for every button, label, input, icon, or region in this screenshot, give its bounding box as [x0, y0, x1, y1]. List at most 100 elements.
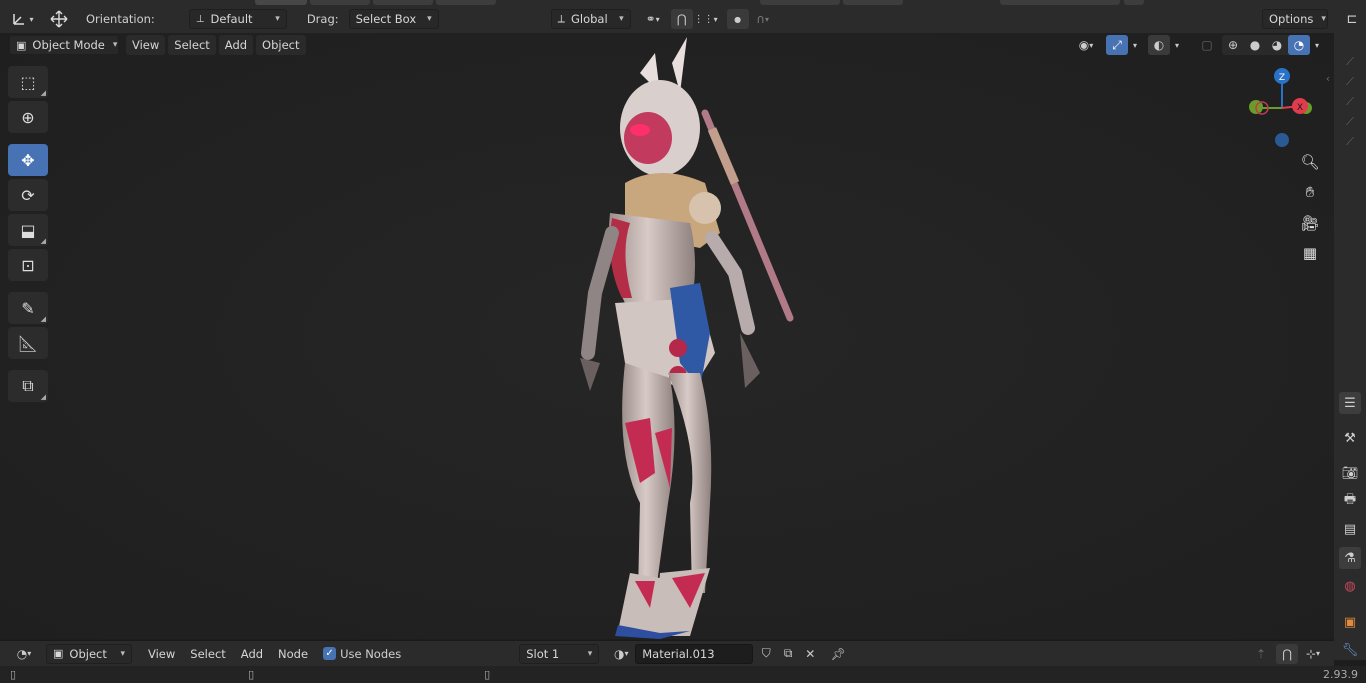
- shader-type-dropdown[interactable]: ▣ Object ▾: [46, 643, 132, 664]
- visibility-dropdown[interactable]: ◉ ▾: [1070, 35, 1102, 55]
- viewport-render: [0, 33, 1334, 639]
- falloff-button[interactable]: ∩ ▾: [749, 9, 777, 29]
- transform-tool[interactable]: ⊡: [8, 249, 48, 281]
- annotate-tool[interactable]: ✎ ◢: [8, 292, 48, 324]
- material-name-field[interactable]: Material.013: [635, 643, 754, 664]
- tab-output[interactable]: 🖶: [1339, 490, 1361, 512]
- 3d-viewport[interactable]: ▣ Object Mode ▾ View Select Add Object ◉…: [0, 33, 1334, 639]
- menu-add[interactable]: Add: [218, 35, 254, 55]
- tab-object[interactable]: ▣: [1339, 611, 1361, 633]
- move-tool-icon[interactable]: [48, 9, 70, 29]
- sidebar-collapse-icon[interactable]: ‹: [1318, 72, 1338, 85]
- orientation-dropdown[interactable]: ⊥ Default ▾: [188, 9, 287, 29]
- use-nodes-checkbox[interactable]: ✓ Use Nodes: [323, 647, 401, 661]
- drag-value: Select Box: [355, 12, 417, 26]
- mouse-middle-icon: ▯: [248, 668, 255, 681]
- camera-view-button[interactable]: 🎥︎: [1298, 211, 1322, 235]
- xray-toggle[interactable]: ▢: [1196, 35, 1218, 55]
- tab-scene[interactable]: ⚗︎: [1339, 547, 1361, 569]
- options-dropdown[interactable]: Options ▾: [1262, 9, 1328, 29]
- tab-modifiers[interactable]: 🔧︎: [1339, 639, 1361, 661]
- add-cube-tool[interactable]: ⧉ ◢: [8, 370, 48, 402]
- printer-icon: 🖶: [1343, 492, 1357, 507]
- tools-icon: ⚒︎: [1344, 430, 1356, 446]
- image-icon: ▤: [1343, 521, 1357, 537]
- object-mode-value: Object Mode: [32, 38, 105, 52]
- measure-icon: 📐︎: [17, 333, 39, 353]
- move-tool[interactable]: ✥: [8, 144, 48, 176]
- render-icon: 📷︎: [1341, 465, 1359, 481]
- transform-orientation-dropdown[interactable]: ⟂ Global ▾: [550, 9, 631, 29]
- pin-icon: ⟋: [1346, 75, 1354, 88]
- copy-icon: ⧉: [783, 646, 793, 660]
- measure-tool[interactable]: 📐︎: [8, 327, 48, 359]
- fake-user-button[interactable]: ⛉: [755, 644, 777, 664]
- pin-icon: 📌︎: [830, 646, 846, 661]
- properties-editor-type[interactable]: ☰: [1339, 392, 1361, 414]
- wrench-icon: 🔧︎: [1341, 642, 1359, 658]
- perspective-toggle[interactable]: ▦: [1298, 241, 1322, 265]
- pivot-point-button[interactable]: ⚭ ▾: [637, 9, 669, 29]
- chevron-down-icon: ▾: [275, 14, 280, 24]
- overlays-toggle[interactable]: ◐: [1148, 35, 1170, 55]
- material-browse-button[interactable]: ◑ ▾: [607, 644, 635, 664]
- navigation-gizmo[interactable]: X Z: [1240, 66, 1320, 150]
- shading-solid-button[interactable]: ●: [1244, 35, 1266, 55]
- menu-object[interactable]: Object: [256, 35, 306, 55]
- arrow-up-icon: ⇡: [1255, 646, 1267, 661]
- rendered-sphere-icon: ◔: [1293, 38, 1305, 52]
- node-menu-select[interactable]: Select: [184, 644, 231, 664]
- chevron-down-icon: ▾: [1321, 14, 1326, 24]
- shading-dropdown[interactable]: ▾: [1310, 35, 1324, 55]
- node-snap-toggle[interactable]: ⋂: [1276, 643, 1298, 664]
- pin-button[interactable]: 📌︎: [827, 644, 849, 664]
- shader-type-value: Object: [69, 646, 107, 661]
- menu-view[interactable]: View: [126, 35, 166, 55]
- overlays-dropdown[interactable]: ▾: [1170, 35, 1184, 55]
- scale-icon: ⬓: [20, 220, 36, 240]
- shading-material-button[interactable]: ◕: [1266, 35, 1288, 55]
- snap-increment-icon: ⋮⋮: [693, 13, 714, 25]
- shading-rendered-button[interactable]: ◔: [1288, 35, 1310, 55]
- cursor-icon: ⊕: [21, 107, 35, 127]
- slot-dropdown[interactable]: Slot 1 ▾: [519, 643, 600, 664]
- version-label: 2.93.9: [1323, 668, 1358, 681]
- node-snap-dropdown[interactable]: ⊹ ▾: [1298, 644, 1328, 664]
- pan-button[interactable]: ✋︎: [1298, 180, 1322, 204]
- drag-dropdown[interactable]: Select Box ▾: [348, 9, 439, 29]
- close-icon: ✕: [805, 646, 816, 661]
- tool-shelf: ⬚ ◢ ⊕ ✥ ⟳ ⬓ ◢ ⊡ ✎ ◢ 📐︎ ⧉ ◢: [8, 66, 50, 405]
- select-box-tool[interactable]: ⬚ ◢: [8, 66, 48, 98]
- scale-tool[interactable]: ⬓ ◢: [8, 214, 48, 246]
- proportional-edit-toggle[interactable]: ●: [726, 9, 749, 29]
- orientation-label: Orientation:: [86, 12, 155, 26]
- node-menu-view[interactable]: View: [142, 644, 181, 664]
- object-mode-dropdown[interactable]: ▣ Object Mode ▾: [9, 35, 119, 55]
- gizmo-dropdown[interactable]: ▾: [1128, 35, 1142, 55]
- unlink-material-button[interactable]: ✕: [799, 644, 821, 664]
- editor-type-button[interactable]: ◔ ▾: [8, 644, 40, 664]
- duplicate-material-button[interactable]: ⧉: [777, 644, 799, 664]
- tab-tool[interactable]: ⚒︎: [1339, 427, 1361, 449]
- parent-node-tree-button[interactable]: ⇡: [1250, 644, 1272, 664]
- tab-render[interactable]: 📷︎: [1339, 462, 1361, 484]
- gizmo-toggle[interactable]: ⤢: [1106, 35, 1128, 55]
- editor-type-button[interactable]: ▾: [6, 9, 40, 29]
- material-sphere-icon: ◕: [1271, 38, 1283, 52]
- shading-wireframe-button[interactable]: ⊕: [1222, 35, 1244, 55]
- snap-toggle[interactable]: ⋂: [670, 9, 693, 29]
- orientation-value: Default: [210, 12, 253, 26]
- outliner-button[interactable]: ⊏: [1341, 8, 1363, 30]
- snap-target-button[interactable]: ⋮⋮ ▾: [693, 9, 719, 29]
- menu-select[interactable]: Select: [168, 35, 216, 55]
- axis-editor-icon: [13, 14, 25, 25]
- tab-world[interactable]: ◍: [1339, 575, 1361, 597]
- cursor-tool[interactable]: ⊕: [8, 101, 48, 133]
- gizmo-neg-z[interactable]: [1275, 133, 1289, 147]
- node-menu-add[interactable]: Add: [235, 644, 269, 664]
- node-menu-node[interactable]: Node: [272, 644, 314, 664]
- eye-icon: ◉: [1078, 38, 1090, 52]
- rotate-tool[interactable]: ⟳: [8, 179, 48, 211]
- zoom-button[interactable]: 🔍︎: [1298, 150, 1322, 174]
- tab-view-layer[interactable]: ▤: [1339, 518, 1361, 540]
